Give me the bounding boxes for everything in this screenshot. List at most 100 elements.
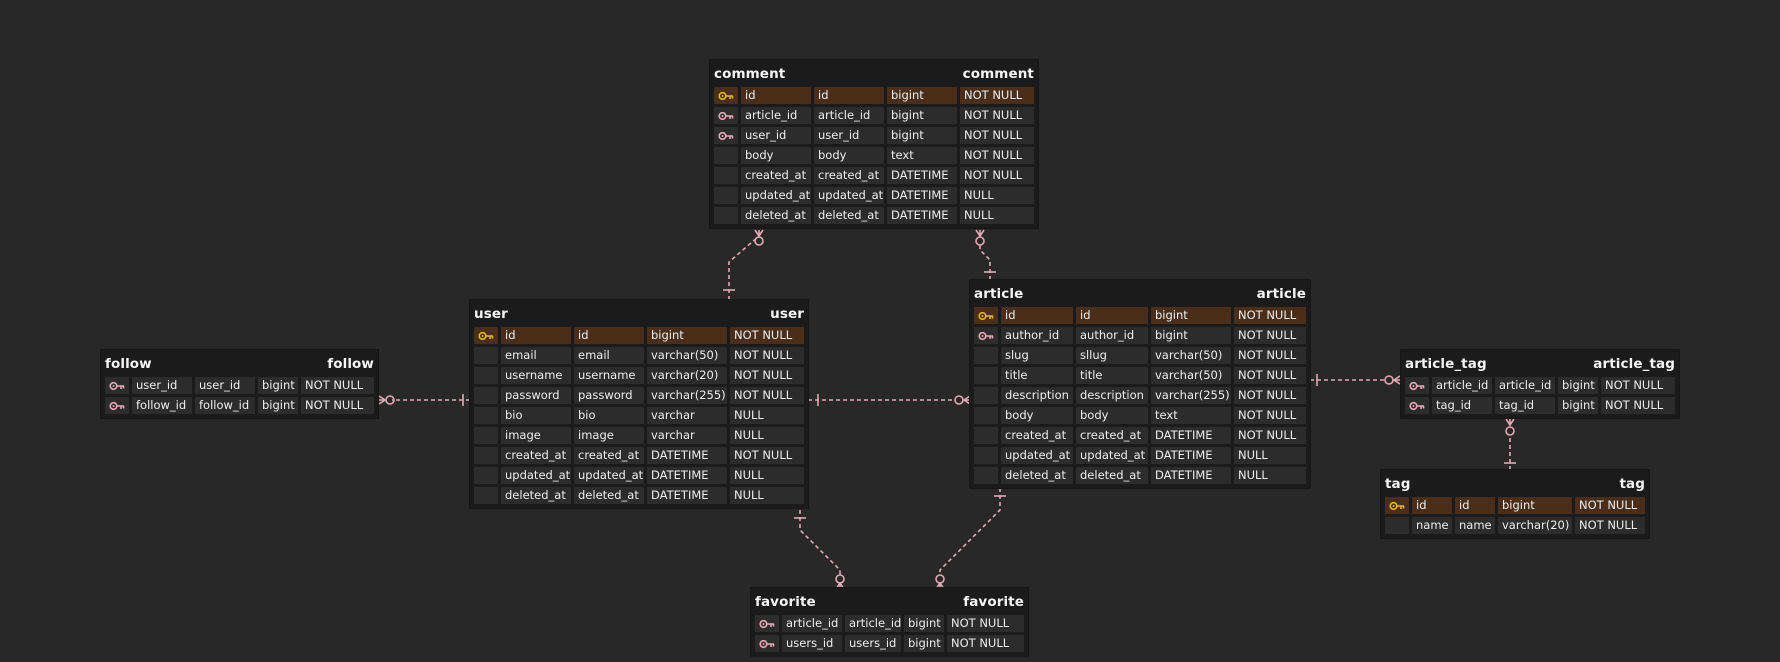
key-cell-empty xyxy=(714,187,738,204)
column-row[interactable]: name name varchar(20) NOT NULL xyxy=(1385,517,1645,534)
column-row[interactable]: deleted_at deleted_at DATETIME NULL xyxy=(714,207,1034,224)
er-diagram-canvas[interactable]: comment comment id id bigint NOT NULL article_… xyxy=(0,0,1780,662)
table-name: article_tag xyxy=(1405,355,1487,372)
column-type: bigint xyxy=(1151,307,1231,324)
column-row[interactable]: tag_id tag_id bigint NOT NULL xyxy=(1405,397,1675,414)
column-type: bigint xyxy=(258,397,298,414)
column-row[interactable]: id id bigint NOT NULL xyxy=(974,307,1306,324)
column-row[interactable]: deleted_at deleted_at DATETIME NULL xyxy=(974,467,1306,484)
column-row[interactable]: image image varchar NULL xyxy=(474,427,804,444)
table-header[interactable]: article_tag article_tag xyxy=(1405,350,1675,377)
table-header[interactable]: favorite favorite xyxy=(755,588,1024,615)
column-type: DATETIME xyxy=(1151,427,1231,444)
table-article[interactable]: article article id id bigint NOT NULL author_i… xyxy=(970,280,1310,488)
column-logical-name: users_id xyxy=(845,635,901,652)
table-header[interactable]: comment comment xyxy=(714,60,1034,87)
column-row[interactable]: article_id article_id bigint NOT NULL xyxy=(1405,377,1675,394)
relation-article-articletag[interactable] xyxy=(1310,374,1401,386)
column-logical-name: id xyxy=(1076,307,1148,324)
column-row[interactable]: deleted_at deleted_at DATETIME NULL xyxy=(474,487,804,504)
column-row[interactable]: follow_id follow_id bigint NOT NULL xyxy=(105,397,374,414)
foreign-key-icon xyxy=(105,377,129,394)
column-row[interactable]: email email varchar(50) NOT NULL xyxy=(474,347,804,364)
relation-article-favorite[interactable] xyxy=(935,488,1006,590)
column-row[interactable]: description description varchar(255) NOT NU… xyxy=(974,387,1306,404)
column-row[interactable]: id id bigint NOT NULL xyxy=(474,327,804,344)
relation-tag-articletag[interactable] xyxy=(1504,418,1516,470)
column-nullability: NOT NULL xyxy=(730,367,804,384)
column-nullability: NOT NULL xyxy=(730,327,804,344)
column-row[interactable]: created_at created_at DATETIME NOT NULL xyxy=(714,167,1034,184)
column-row[interactable]: created_at created_at DATETIME NOT NULL xyxy=(474,447,804,464)
column-logical-name: follow_id xyxy=(195,397,255,414)
table-favorite[interactable]: favorite favorite article_id article_id bigi… xyxy=(751,588,1028,656)
column-type: text xyxy=(1151,407,1231,424)
column-row[interactable]: id id bigint NOT NULL xyxy=(714,87,1034,104)
column-type: DATETIME xyxy=(647,487,727,504)
column-row[interactable]: slug sllug varchar(50) NOT NULL xyxy=(974,347,1306,364)
relation-user-follow[interactable] xyxy=(378,394,470,406)
column-nullability: NOT NULL xyxy=(960,147,1034,164)
column-row[interactable]: bio bio varchar NULL xyxy=(474,407,804,424)
relation-user-favorite[interactable] xyxy=(794,510,845,590)
column-physical-name: article_id xyxy=(741,107,811,124)
column-nullability: NULL xyxy=(730,407,804,424)
column-physical-name: image xyxy=(501,427,571,444)
column-nullability: NOT NULL xyxy=(960,107,1034,124)
table-header[interactable]: user user xyxy=(474,300,804,327)
key-cell-empty xyxy=(474,467,498,484)
table-header[interactable]: tag tag xyxy=(1385,470,1645,497)
key-cell-empty xyxy=(974,467,998,484)
relation-user-comment[interactable] xyxy=(723,229,764,300)
column-row[interactable]: id id bigint NOT NULL xyxy=(1385,497,1645,514)
column-row[interactable]: user_id user_id bigint NOT NULL xyxy=(105,377,374,394)
column-row[interactable]: body body text NOT NULL xyxy=(714,147,1034,164)
column-list: id id bigint NOT NULL author_id author_id bigi… xyxy=(974,307,1306,484)
column-row[interactable]: users_id users_id bigint NOT NULL xyxy=(755,635,1024,652)
column-type: DATETIME xyxy=(887,207,957,224)
column-type: bigint xyxy=(647,327,727,344)
key-cell-empty xyxy=(974,427,998,444)
column-nullability: NOT NULL xyxy=(301,377,374,394)
table-follow[interactable]: follow follow user_id user_id bigint NOT NULL… xyxy=(101,350,378,418)
column-row[interactable]: updated_at updated_at DATETIME NULL xyxy=(974,447,1306,464)
column-type: varchar(255) xyxy=(1151,387,1231,404)
table-logical-name: tag xyxy=(1619,475,1645,492)
table-tag[interactable]: tag tag id id bigint NOT NULL name name varchar(… xyxy=(1381,470,1649,538)
relation-article-comment[interactable] xyxy=(975,229,996,280)
key-cell-empty xyxy=(1385,517,1409,534)
column-row[interactable]: author_id author_id bigint NOT NULL xyxy=(974,327,1306,344)
key-cell-empty xyxy=(714,167,738,184)
column-row[interactable]: created_at created_at DATETIME NOT NULL xyxy=(974,427,1306,444)
column-row[interactable]: article_id article_id bigint NOT NULL xyxy=(714,107,1034,124)
table-user[interactable]: user user id id bigint NOT NULL email email varc… xyxy=(470,300,808,508)
table-header[interactable]: article article xyxy=(974,280,1306,307)
column-nullability: NOT NULL xyxy=(960,127,1034,144)
column-row[interactable]: user_id user_id bigint NOT NULL xyxy=(714,127,1034,144)
column-row[interactable]: updated_at updated_at DATETIME NULL xyxy=(714,187,1034,204)
key-cell-empty xyxy=(974,347,998,364)
relation-user-article[interactable] xyxy=(808,394,971,406)
key-cell-empty xyxy=(974,367,998,384)
column-list: article_id article_id bigint NOT NULL users_… xyxy=(755,615,1024,652)
column-type: DATETIME xyxy=(1151,447,1231,464)
table-header[interactable]: follow follow xyxy=(105,350,374,377)
column-row[interactable]: updated_at updated_at DATETIME NULL xyxy=(474,467,804,484)
column-row[interactable]: body body text NOT NULL xyxy=(974,407,1306,424)
column-nullability: NOT NULL xyxy=(960,167,1034,184)
table-article-tag[interactable]: article_tag article_tag article_id article_… xyxy=(1401,350,1679,418)
foreign-key-icon xyxy=(105,397,129,414)
table-comment[interactable]: comment comment id id bigint NOT NULL article_… xyxy=(710,60,1038,228)
column-nullability: NOT NULL xyxy=(1234,407,1306,424)
column-type: bigint xyxy=(1151,327,1231,344)
column-row[interactable]: username username varchar(20) NOT NULL xyxy=(474,367,804,384)
column-row[interactable]: title title varchar(50) NOT NULL xyxy=(974,367,1306,384)
foreign-key-icon xyxy=(755,615,779,632)
column-row[interactable]: password password varchar(255) NOT NULL xyxy=(474,387,804,404)
column-row[interactable]: article_id article_id bigint NOT NULL xyxy=(755,615,1024,632)
table-logical-name: comment xyxy=(962,65,1034,82)
column-logical-name: user_id xyxy=(814,127,884,144)
column-logical-name: id xyxy=(814,87,884,104)
column-nullability: NULL xyxy=(1234,447,1306,464)
column-nullability: NOT NULL xyxy=(960,87,1034,104)
